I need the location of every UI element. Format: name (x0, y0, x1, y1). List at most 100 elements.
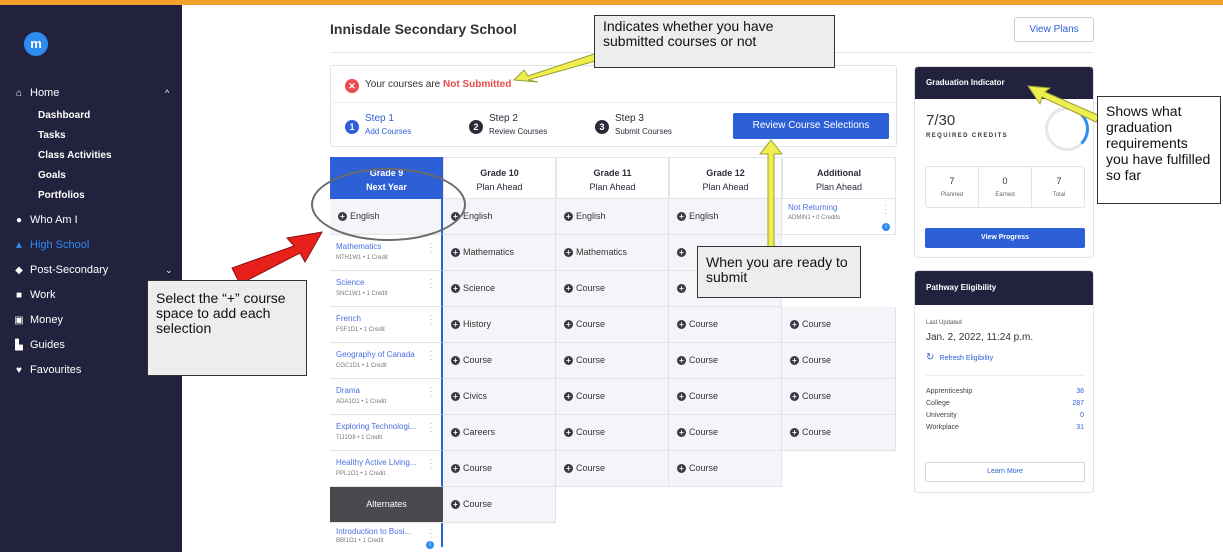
pathway-count[interactable]: 287 (1072, 400, 1084, 407)
add-course-slot[interactable]: + Course (556, 307, 669, 343)
course-slot-label: Mathematics (576, 247, 628, 257)
pathway-label: Apprenticeship (926, 388, 973, 395)
add-course-slot[interactable]: + Mathematics (556, 235, 669, 271)
mortarboard-icon: ◆ (15, 265, 23, 276)
add-course-slot[interactable]: + Course (782, 307, 896, 343)
add-course-slot[interactable]: + Science (443, 271, 556, 307)
add-course-slot[interactable]: + Course (782, 415, 896, 451)
add-course-slot[interactable]: + Civics (443, 379, 556, 415)
course-card[interactable]: French FSF1D1 • 1 Credit · · · (330, 307, 443, 343)
course-slot-label: Careers (463, 427, 496, 437)
tab-grade-12[interactable]: Grade 12 Plan Ahead (669, 157, 782, 199)
more-vertical-icon[interactable]: · · · (428, 347, 434, 364)
sidebar-item-who-am-i[interactable]: ● Who Am I (0, 208, 182, 233)
add-course-slot[interactable]: + English (669, 199, 782, 235)
more-vertical-icon[interactable]: · · · (428, 275, 434, 292)
more-vertical-icon[interactable]: · · · (428, 239, 434, 256)
plus-icon: + (564, 464, 573, 473)
course-slot-label: Course (689, 463, 719, 473)
heart-icon: ♥ (16, 365, 22, 376)
pathway-row: College 287 (926, 400, 1084, 411)
add-course-slot[interactable]: + History (443, 307, 556, 343)
course-name: Healthy Active Living... (336, 458, 417, 467)
add-course-slot[interactable]: + Course (556, 271, 669, 307)
course-card[interactable]: Exploring Technologi... TIJ1O8 • 1 Credit… (330, 415, 443, 451)
refresh-eligibility-link[interactable]: ↻ Refresh Eligibility (926, 352, 993, 363)
pathway-count[interactable]: 38 (1076, 388, 1084, 395)
add-course-slot[interactable]: + Course (669, 343, 782, 379)
course-name: Mathematics (336, 242, 382, 251)
step-submit-courses[interactable]: 3 Step 3 Submit Courses (595, 113, 705, 139)
add-course-slot[interactable]: + Course (556, 415, 669, 451)
pathway-count[interactable]: 31 (1076, 424, 1084, 431)
step-subtitle: Submit Courses (615, 127, 672, 136)
info-badge-icon[interactable]: i (426, 541, 434, 549)
course-card[interactable]: Drama ADA1O1 • 1 Credit · · · (330, 379, 443, 415)
more-vertical-icon[interactable]: · · · (428, 419, 434, 436)
add-course-slot[interactable]: + Course (556, 379, 669, 415)
credits-label: REQUIRED CREDITS (926, 133, 1009, 139)
course-name: Exploring Technologi... (336, 422, 417, 431)
learn-more-button[interactable]: Learn More (925, 462, 1085, 482)
course-slot-label: English (576, 211, 606, 221)
course-slot-label: Course (689, 427, 719, 437)
add-course-slot[interactable]: + Careers (443, 415, 556, 451)
more-vertical-icon[interactable]: · · · (428, 525, 434, 542)
sidebar-subitem-class-activities[interactable]: Class Activities (0, 146, 182, 166)
add-course-slot[interactable]: + Course (443, 343, 556, 379)
plus-icon: + (451, 428, 460, 437)
course-card[interactable]: Science SNC1W1 • 1 Credit · · · (330, 271, 443, 307)
more-vertical-icon[interactable]: · · · (884, 201, 887, 218)
plus-icon: + (564, 212, 573, 221)
add-course-slot[interactable]: + Course (782, 379, 896, 415)
view-progress-button[interactable]: View Progress (925, 228, 1085, 248)
alternate-course-card[interactable]: Introduction to Busi... BBI1O1 • 1 Credit… (330, 523, 443, 549)
add-course-slot[interactable]: + Course (443, 451, 556, 487)
add-course-slot[interactable]: + Course (443, 487, 556, 523)
step-add-courses[interactable]: 1 Step 1 Add Courses (345, 113, 455, 139)
sidebar-item-label: Favourites (30, 364, 82, 376)
add-course-slot[interactable]: + Course (556, 343, 669, 379)
tab-additional[interactable]: Additional Plan Ahead (782, 157, 896, 199)
course-slot-label: Course (802, 319, 832, 329)
add-course-slot[interactable]: + Course (782, 343, 896, 379)
sidebar-item-high-school[interactable]: ▲ High School (0, 233, 182, 258)
callout-graduation: Shows what graduation requirements you h… (1097, 96, 1221, 204)
more-vertical-icon[interactable]: · · · (428, 311, 434, 328)
sidebar-item-home[interactable]: ⌂ Home ^ (0, 81, 182, 106)
grade-title: Grade 11 (593, 168, 632, 178)
step-subtitle: Review Courses (489, 127, 548, 136)
info-badge-icon[interactable]: i (882, 223, 890, 231)
callout-submission-status: Indicates whether you have submitted cou… (594, 15, 835, 68)
view-plans-button[interactable]: View Plans (1014, 17, 1094, 42)
sidebar-subitem-portfolios[interactable]: Portfolios (0, 186, 182, 206)
add-course-slot[interactable]: + Mathematics (443, 235, 556, 271)
add-course-slot[interactable]: + Course (669, 307, 782, 343)
more-vertical-icon[interactable]: · · · (428, 455, 434, 472)
app-logo[interactable]: m (24, 32, 48, 56)
plus-icon: + (451, 500, 460, 509)
add-course-slot[interactable]: + Course (669, 451, 782, 487)
review-course-selections-button[interactable]: Review Course Selections (733, 113, 889, 139)
plus-icon: + (677, 320, 686, 329)
add-course-slot[interactable]: + Course (556, 451, 669, 487)
add-course-slot[interactable]: + Course (669, 415, 782, 451)
chevron-up-icon[interactable]: ^ (165, 81, 169, 106)
course-slot-label: Course (689, 355, 719, 365)
callout-submit: When you are ready to submit (697, 246, 861, 298)
tab-grade-11[interactable]: Grade 11 Plan Ahead (556, 157, 669, 199)
add-course-slot[interactable]: + Course (669, 379, 782, 415)
sidebar-item-label: High School (30, 239, 90, 251)
course-card[interactable]: Healthy Active Living... PPL1O1 • 1 Credi… (330, 451, 443, 487)
sidebar-subitem-dashboard[interactable]: Dashboard (0, 106, 182, 126)
add-course-slot[interactable]: + English (556, 199, 669, 235)
course-slot-label: Science (463, 283, 496, 293)
sidebar-subitem-tasks[interactable]: Tasks (0, 126, 182, 146)
step-review-courses[interactable]: 2 Step 2 Review Courses (469, 113, 579, 139)
sidebar-subitem-goals[interactable]: Goals (0, 166, 182, 186)
not-returning-card[interactable]: Not Returning ADMIN1 • 0 Credits · · · i (782, 199, 896, 235)
pathway-count[interactable]: 0 (1080, 412, 1084, 419)
home-icon: ⌂ (15, 88, 23, 99)
more-vertical-icon[interactable]: · · · (428, 383, 434, 400)
course-card[interactable]: Geography of Canada CGC1D1 • 1 Credit · · · (330, 343, 443, 379)
